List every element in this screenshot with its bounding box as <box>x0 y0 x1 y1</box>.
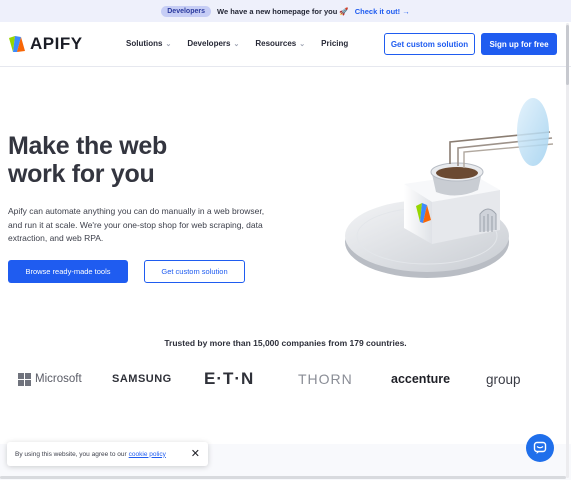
hero-title-line: work for you <box>8 160 155 188</box>
cookie-text: By using this website, you agree to our <box>15 450 127 458</box>
hero-custom-solution-button[interactable]: Get custom solution <box>144 260 245 283</box>
chevron-down-icon: ⌄ <box>299 40 306 48</box>
trusted-by-text: Trusted by more than 15,000 companies fr… <box>164 338 407 348</box>
cookie-banner: By using this website, you agree to our … <box>7 442 208 466</box>
apify-logo[interactable]: APIFY <box>8 34 83 54</box>
chat-button[interactable] <box>526 434 554 462</box>
microsoft-grid-icon <box>18 372 31 386</box>
company-name: Microsoft <box>35 373 82 385</box>
site-header: APIFY Solutions ⌄ Developers ⌄ Resources… <box>0 22 571 67</box>
groupm-logo: group <box>486 371 521 387</box>
developers-badge: Developers <box>161 5 211 17</box>
microsoft-logo: Microsoft <box>18 366 82 392</box>
nav-label: Developers <box>187 39 231 48</box>
horizontal-scrollbar[interactable] <box>0 476 566 479</box>
vertical-scrollbar[interactable] <box>566 23 569 478</box>
apify-logo-icon <box>9 36 25 52</box>
get-custom-solution-button[interactable]: Get custom solution <box>384 33 475 55</box>
nav-pricing[interactable]: Pricing <box>321 39 348 48</box>
chat-icon <box>533 441 547 454</box>
announcement-message: We have a new homepage for you 🚀 <box>217 6 349 16</box>
hero-illustration <box>345 98 554 278</box>
browse-tools-button[interactable]: Browse ready-made tools <box>8 260 128 283</box>
main-nav: Solutions ⌄ Developers ⌄ Resources ⌄ Pri… <box>126 39 348 48</box>
hero-description: Apify can automate anything you can do m… <box>8 206 265 243</box>
nav-label: Solutions <box>126 39 163 48</box>
accenture-logo: accenture <box>391 372 451 386</box>
nav-solutions[interactable]: Solutions ⌄ <box>126 39 171 48</box>
nav-resources[interactable]: Resources ⌄ <box>255 39 305 48</box>
nav-label: Resources <box>255 39 297 48</box>
eaton-logo: E·T·N <box>204 369 255 388</box>
close-icon[interactable]: ✕ <box>191 447 200 460</box>
thorn-logo: THORN <box>298 371 353 387</box>
chevron-down-icon: ⌄ <box>233 40 240 48</box>
samsung-logo: SAMSUNG <box>112 373 172 385</box>
chevron-down-icon: ⌄ <box>165 40 172 48</box>
scrollbar-thumb[interactable] <box>566 25 569 85</box>
check-it-out-link[interactable]: Check it out! → <box>355 7 410 16</box>
logo-text: APIFY <box>30 34 83 53</box>
cookie-policy-link[interactable]: cookie policy <box>129 451 166 458</box>
announcement-bar: Developers We have a new homepage for yo… <box>0 0 571 22</box>
hero-title-line: Make the web <box>8 132 167 160</box>
sign-up-button[interactable]: Sign up for free <box>481 33 557 55</box>
company-logos: Microsoft SAMSUNG E·T·N THORN accenture … <box>0 366 571 392</box>
nav-developers[interactable]: Developers ⌄ <box>187 39 239 48</box>
nav-label: Pricing <box>321 39 349 48</box>
hero-title: Make the web work for you <box>8 132 167 188</box>
